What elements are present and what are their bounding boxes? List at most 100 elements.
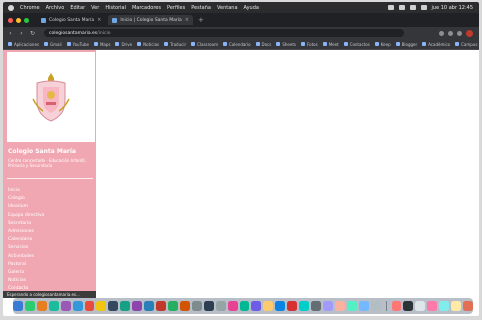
dock-app-icon[interactable] xyxy=(72,301,83,311)
sidebar-nav-item[interactable]: Colegio xyxy=(8,195,92,203)
menu-item-perfiles[interactable]: Perfiles xyxy=(167,5,185,11)
sidebar-nav-item[interactable]: Inicio xyxy=(8,187,92,195)
forward-arrow-icon[interactable]: › xyxy=(18,30,25,37)
menu-item-ventana[interactable]: Ventana xyxy=(217,5,238,11)
address-bar[interactable]: colegiosantamaria.es/inicio xyxy=(44,29,404,37)
dock-app-icon[interactable] xyxy=(203,301,214,311)
minimize-window-button[interactable] xyxy=(16,17,21,23)
battery-icon[interactable] xyxy=(398,5,405,10)
bookmark-star-icon[interactable] xyxy=(439,30,444,36)
bookmark-item[interactable]: Contactos xyxy=(343,42,370,47)
dock-app-icon[interactable] xyxy=(439,301,450,311)
dock-app-icon[interactable] xyxy=(13,301,23,311)
dock-app-icon[interactable] xyxy=(191,301,202,311)
dock-app-icon[interactable] xyxy=(36,301,47,311)
dock-app-icon[interactable] xyxy=(156,301,166,311)
dock-app-icon[interactable] xyxy=(251,301,262,311)
close-window-button[interactable] xyxy=(8,17,13,23)
menu-item-marcadores[interactable]: Marcadores xyxy=(132,5,161,11)
school-logo[interactable] xyxy=(7,52,95,142)
site-title[interactable]: Colegio Santa María xyxy=(8,148,76,155)
downloads-icon[interactable] xyxy=(457,30,462,36)
bookmark-item[interactable]: Meet xyxy=(322,42,339,47)
dock-app-icon[interactable] xyxy=(403,301,414,311)
dock-app-icon[interactable] xyxy=(334,301,345,311)
sidebar-nav-item[interactable]: Calendario xyxy=(8,236,92,244)
dock-app-icon[interactable] xyxy=(132,301,143,311)
back-arrow-icon[interactable]: ‹ xyxy=(7,30,14,37)
dock-app-icon[interactable] xyxy=(108,301,119,311)
reload-icon[interactable]: ↻ xyxy=(29,30,36,37)
dock-app-icon[interactable] xyxy=(391,301,402,311)
dock-app-icon[interactable] xyxy=(415,301,426,311)
close-tab-icon[interactable]: × xyxy=(185,17,189,23)
bookmark-item[interactable]: Maps xyxy=(93,42,110,47)
new-tab-button[interactable]: + xyxy=(198,16,204,24)
bookmark-item[interactable]: Gmail xyxy=(44,42,62,47)
menu-item-pestana[interactable]: Pestaña xyxy=(191,5,211,11)
dock-app-icon[interactable] xyxy=(311,301,321,311)
sidebar-nav-item[interactable]: Admisiones xyxy=(8,228,92,236)
dock-app-icon[interactable] xyxy=(299,301,310,311)
browser-tab-active[interactable]: Inicio | Colegio Santa María × xyxy=(108,15,193,25)
sidebar-nav-item[interactable]: Secretaría xyxy=(8,220,92,228)
dock-app-icon[interactable] xyxy=(239,301,250,311)
menu-item-ayuda[interactable]: Ayuda xyxy=(244,5,259,11)
dock-app-icon[interactable] xyxy=(24,301,35,311)
bookmark-item[interactable]: Docs xyxy=(255,42,271,47)
dock-app-icon[interactable] xyxy=(263,301,274,311)
dock-app-icon[interactable] xyxy=(144,301,155,311)
sidebar-nav-item[interactable]: Servicios xyxy=(8,244,92,252)
bookmark-item[interactable]: Campus xyxy=(455,42,477,47)
dock-app-icon[interactable] xyxy=(427,301,438,311)
menu-item-historial[interactable]: Historial xyxy=(105,5,126,11)
bookmark-item[interactable]: Blogger xyxy=(395,42,417,47)
sidebar-nav-item[interactable]: Equipo directivo xyxy=(8,212,92,220)
bookmark-item[interactable]: Sheets xyxy=(276,42,296,47)
control-center-icon[interactable] xyxy=(420,5,427,10)
menu-item-ver[interactable]: Ver xyxy=(91,5,99,11)
dock-app-icon[interactable] xyxy=(370,301,381,311)
dock-app-icon[interactable] xyxy=(167,301,178,311)
dock-app-icon[interactable] xyxy=(48,301,59,311)
sidebar-nav-item[interactable]: Noticias xyxy=(8,277,92,285)
dock-app-icon[interactable] xyxy=(96,301,107,311)
profile-avatar[interactable] xyxy=(466,29,473,37)
dock-app-icon[interactable] xyxy=(60,301,71,311)
bookmark-item[interactable]: Fotos xyxy=(300,42,318,47)
bookmark-item[interactable]: Drive xyxy=(115,42,132,47)
menubar-clock[interactable]: jue 10 abr 12:45 xyxy=(432,5,473,11)
sidebar-nav-item[interactable]: Galería xyxy=(8,269,92,277)
dock-app-icon[interactable] xyxy=(322,301,333,311)
sidebar-nav-item[interactable]: Idearium xyxy=(8,203,92,211)
bookmark-item[interactable]: YouTube xyxy=(66,42,89,47)
dock-app-icon[interactable] xyxy=(227,301,238,311)
dock-app-icon[interactable] xyxy=(463,301,474,311)
browser-tab[interactable]: Colegio Santa María × xyxy=(37,15,105,25)
dock-app-icon[interactable] xyxy=(179,301,190,311)
menu-item-editar[interactable]: Editar xyxy=(70,5,85,11)
menu-item-archivo[interactable]: Archivo xyxy=(46,5,65,11)
dock-app-icon[interactable] xyxy=(346,301,357,311)
apple-menu-icon[interactable] xyxy=(8,4,14,11)
close-tab-icon[interactable]: × xyxy=(97,17,101,23)
extensions-icon[interactable] xyxy=(448,30,453,36)
bookmark-item[interactable]: Académico xyxy=(422,42,450,47)
bookmark-item[interactable]: Classroom xyxy=(191,42,218,47)
dock-app-icon[interactable] xyxy=(451,301,462,311)
search-icon[interactable] xyxy=(409,5,416,10)
bookmark-item[interactable]: Traducir xyxy=(164,42,186,47)
sidebar-nav-item[interactable]: Actividades xyxy=(8,253,92,261)
menu-item-app[interactable]: Chrome xyxy=(20,5,40,11)
dock-app-icon[interactable] xyxy=(358,301,369,311)
bookmark-item[interactable]: Noticias xyxy=(137,42,159,47)
dock-app-icon[interactable] xyxy=(120,301,131,311)
sidebar-nav-item[interactable]: Pastoral xyxy=(8,261,92,269)
zoom-window-button[interactable] xyxy=(24,17,29,23)
wifi-icon[interactable] xyxy=(387,5,394,10)
bookmark-item[interactable]: Calendario xyxy=(222,42,251,47)
bookmark-item[interactable]: Keep xyxy=(374,42,391,47)
dock-app-icon[interactable] xyxy=(275,301,286,311)
dock-app-icon[interactable] xyxy=(84,301,95,311)
dock-app-icon[interactable] xyxy=(215,301,226,311)
